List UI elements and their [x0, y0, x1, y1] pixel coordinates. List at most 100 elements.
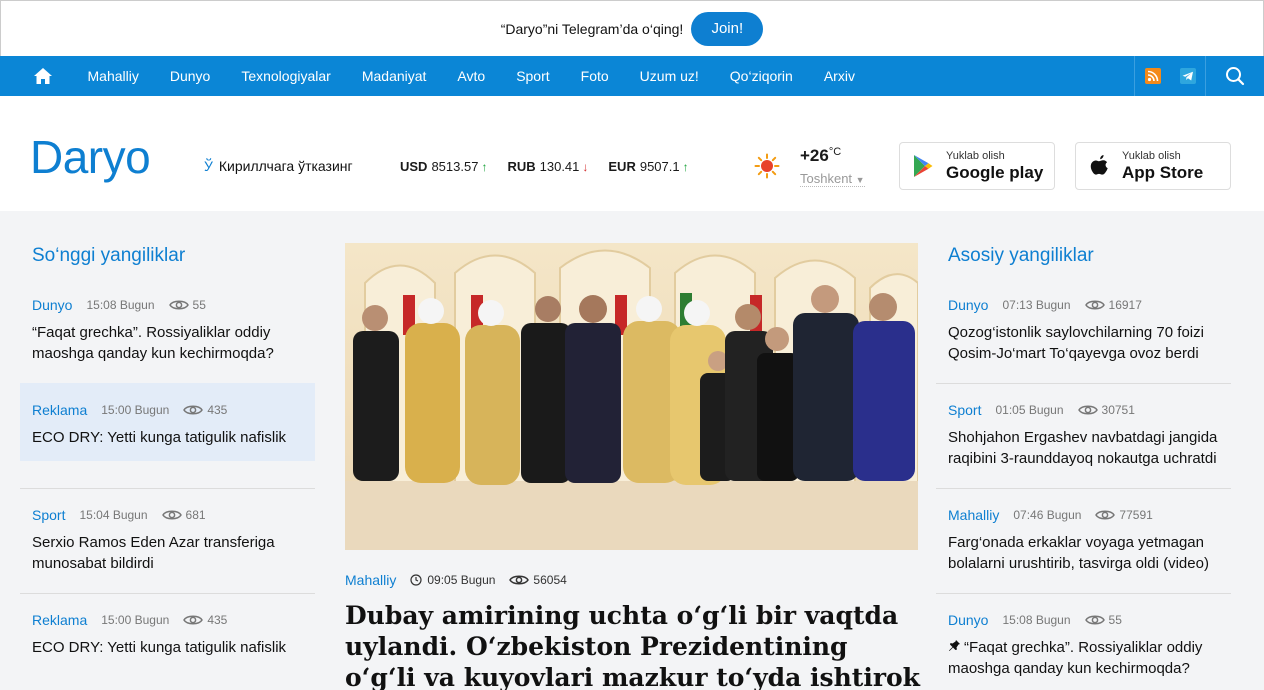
timestamp: 15:08 Bugun [86, 298, 155, 312]
latest-item-4[interactable]: Reklama 15:00 Bugun 435 ECO DRY: Yetti kun… [20, 612, 315, 672]
cyrillic-label: Кириллчага ўтказинг [218, 158, 353, 174]
headline[interactable]: Qozog‘istonlik saylovchilarning 70 foizi… [948, 322, 1219, 364]
headline[interactable]: Shohjahon Ergashev navbatdagi jangida ra… [948, 427, 1219, 469]
category-link[interactable]: Reklama [32, 612, 87, 628]
google-play-label: Google play [946, 162, 1044, 182]
category-link[interactable]: Sport [32, 507, 65, 523]
timestamp: 09:05 Bugun [427, 573, 496, 587]
arrow-down-icon: ↓ [582, 160, 589, 174]
currency-rates: USD 8513.57 ↑ RUB 130.41 ↓ EUR 9507.1 ↑ [400, 159, 689, 174]
app-store-button[interactable]: Yuklab olish App Store [1075, 142, 1231, 190]
category-link[interactable]: Dunyo [32, 297, 72, 313]
timestamp: 01:05 Bugun [995, 403, 1064, 417]
cyrillic-icon: Ў [204, 158, 213, 174]
eye-icon [183, 404, 204, 416]
category-link[interactable]: Dunyo [948, 297, 988, 313]
view-count: 681 [185, 508, 206, 522]
headline[interactable]: ECO DRY: Yetti kunga tatigulik nafislik [32, 637, 303, 658]
arrow-up-icon: ↑ [682, 160, 689, 174]
nav-item-madaniyat[interactable]: Madaniyat [346, 56, 442, 96]
featured-photo[interactable] [345, 243, 918, 550]
nav-item-texnologiyalar[interactable]: Texnologiyalar [226, 56, 347, 96]
eye-icon [1095, 509, 1116, 521]
latest-item-3[interactable]: Sport 15:04 Bugun 681 Serxio Ramos Eden Az… [20, 507, 315, 587]
category-link[interactable]: Mahalliy [345, 572, 396, 588]
category-link[interactable]: Dunyo [948, 612, 988, 628]
headline[interactable]: Serxio Ramos Eden Azar transferiga munos… [32, 532, 303, 574]
main-nav: Mahalliy Dunyo Texnologiyalar Madaniyat … [0, 56, 1264, 96]
rate-usd: USD 8513.57 ↑ [400, 159, 488, 174]
main-item-2[interactable]: Sport 01:05 Bugun 30751 Shohjahon Ergashev… [936, 402, 1231, 482]
pin-icon [948, 637, 962, 658]
view-count: 56054 [533, 573, 567, 587]
arrow-up-icon: ↑ [481, 160, 488, 174]
city-select[interactable]: Toshkent ▼ [800, 171, 865, 187]
latest-item-1[interactable]: Dunyo 15:08 Bugun 55 “Faqat grechka”. Ross… [20, 297, 315, 377]
headline[interactable]: “Faqat grechka”. Rossiyaliklar oddiy mao… [32, 322, 303, 364]
temperature: +26°C [800, 146, 842, 165]
nav-item-foto[interactable]: Foto [565, 56, 624, 96]
nav-item-avto[interactable]: Avto [442, 56, 501, 96]
nav-item-mahalliy[interactable]: Mahalliy [72, 56, 154, 96]
timestamp: 07:13 Bugun [1002, 298, 1071, 312]
nav-item-qoziqorin[interactable]: Qo‘ziqorin [714, 56, 808, 96]
view-count: 55 [192, 298, 206, 312]
eye-icon [1084, 299, 1105, 311]
home-icon[interactable] [28, 56, 58, 96]
rss-icon[interactable] [1135, 56, 1170, 96]
headline-text: “Faqat grechka”. Rossiyaliklar oddiy mao… [948, 639, 1203, 677]
category-link[interactable]: Reklama [32, 402, 87, 418]
eye-icon [183, 614, 204, 626]
promo-text: “Daryo”ni Telegram’da o‘qing! [500, 20, 684, 37]
headline[interactable]: Farg‘onada erkaklar voyaga yetmagan bola… [948, 532, 1219, 574]
view-count: 16917 [1108, 298, 1142, 312]
divider [936, 593, 1231, 594]
category-link[interactable]: Sport [948, 402, 981, 418]
site-logo[interactable]: Daryo [30, 134, 151, 180]
nav-item-dunyo[interactable]: Dunyo [154, 56, 225, 96]
featured-headline[interactable]: Dubay amirining uchta o‘g‘li bir vaqtda … [345, 600, 925, 690]
divider [20, 593, 315, 594]
site-header: Daryo Ў Кириллчага ўтказинг USD 8513.57 ↑ R… [0, 96, 1264, 211]
view-count: 55 [1108, 613, 1122, 627]
timestamp: 07:46 Bugun [1013, 508, 1082, 522]
telegram-icon[interactable] [1170, 56, 1205, 96]
search-icon[interactable] [1206, 56, 1264, 96]
rate-rub: RUB 130.41 ↓ [507, 159, 589, 174]
headline[interactable]: ECO DRY: Yetti kunga tatigulik nafislik [32, 427, 303, 448]
main-item-1[interactable]: Dunyo 07:13 Bugun 16917 Qozog‘istonlik say… [936, 297, 1231, 377]
category-link[interactable]: Mahalliy [948, 507, 999, 523]
cyrillic-switch[interactable]: Ў Кириллчага ўтказинг [204, 158, 353, 174]
google-play-small: Yuklab olish [946, 149, 1005, 162]
timestamp: 15:04 Bugun [79, 508, 148, 522]
divider [20, 488, 315, 489]
timestamp: 15:08 Bugun [1002, 613, 1071, 627]
headline-pinned[interactable]: “Faqat grechka”. Rossiyaliklar oddiy mao… [948, 637, 1219, 679]
timestamp: 15:00 Bugun [101, 613, 170, 627]
app-store-label: App Store [1122, 162, 1204, 182]
join-button[interactable]: Join! [691, 11, 764, 46]
timestamp: 15:00 Bugun [101, 403, 170, 417]
nav-item-uzum[interactable]: Uzum uz! [624, 56, 714, 96]
eye-icon [161, 509, 182, 521]
main-item-4[interactable]: Dunyo 15:08 Bugun 55 “Faqat grechka”. Ross… [936, 612, 1231, 682]
latest-item-2[interactable]: Reklama 15:00 Bugun 435 ECO DRY: Yetti kun… [20, 383, 315, 461]
nav-item-arxiv[interactable]: Arxiv [808, 56, 870, 96]
divider [936, 488, 1231, 489]
eye-icon [509, 574, 530, 586]
main-item-3[interactable]: Mahalliy 07:46 Bugun 77591 Farg‘onada erka… [936, 507, 1231, 587]
apple-icon [1076, 153, 1122, 179]
latest-news-title: So‘nggi yangiliklar [32, 245, 186, 266]
google-play-button[interactable]: Yuklab olish Google play [899, 142, 1055, 190]
caret-down-icon: ▼ [855, 175, 865, 185]
featured-meta: Mahalliy 09:05 Bugun 56054 [345, 572, 567, 588]
google-play-icon [900, 154, 946, 178]
nav-item-sport[interactable]: Sport [501, 56, 565, 96]
main-news-title: Asosiy yangiliklar [948, 245, 1094, 266]
eye-icon [1084, 614, 1105, 626]
app-store-small: Yuklab olish [1122, 149, 1181, 162]
divider [936, 383, 1231, 384]
eye-icon [168, 299, 189, 311]
sun-icon [754, 153, 780, 179]
eye-icon [1077, 404, 1098, 416]
